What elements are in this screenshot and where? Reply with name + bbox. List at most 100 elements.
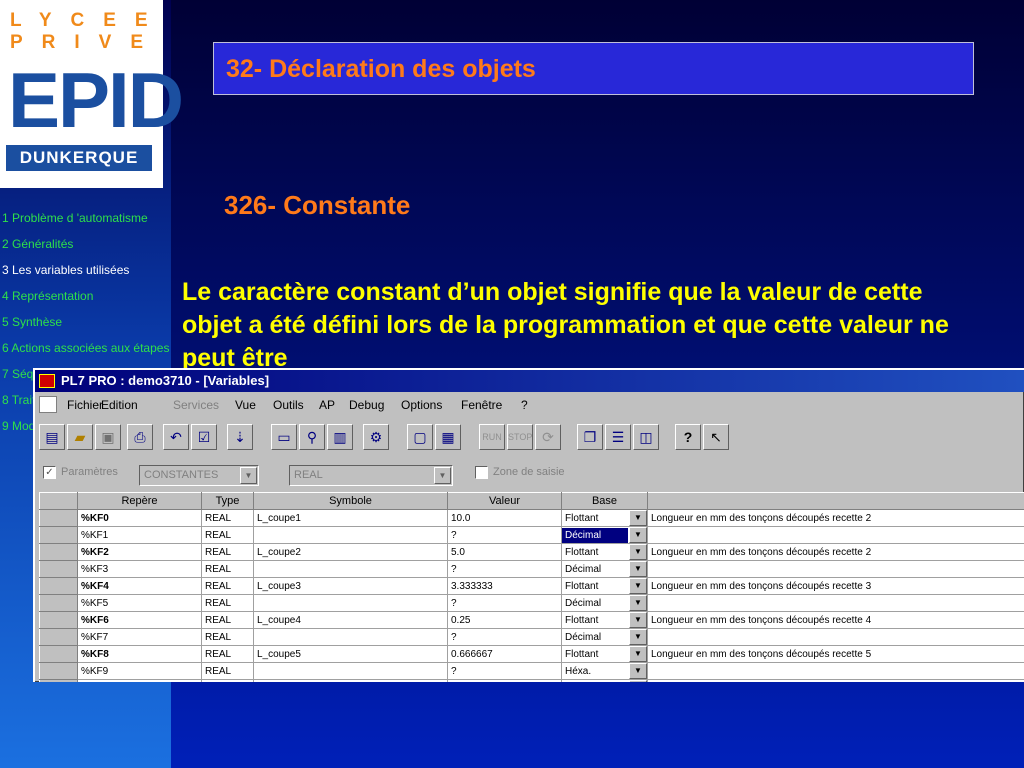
row-selector[interactable]: [39, 645, 78, 663]
cell-valeur[interactable]: ?: [447, 560, 562, 578]
menu-item[interactable]: ?: [521, 398, 528, 412]
document-icon[interactable]: [39, 396, 57, 413]
row-selector[interactable]: [39, 611, 78, 629]
column-header-comment[interactable]: [647, 492, 1024, 510]
cell-type[interactable]: REAL: [201, 611, 254, 629]
cell-comment[interactable]: [647, 679, 1024, 682]
cell-comment[interactable]: [647, 560, 1024, 578]
open-folder-icon[interactable]: ▰: [67, 424, 93, 450]
nav-item[interactable]: 3 Les variables utilisées: [2, 263, 172, 277]
cell-valeur[interactable]: ?: [447, 662, 562, 680]
chevron-down-icon[interactable]: ▼: [629, 578, 647, 594]
cell-type[interactable]: REAL: [201, 662, 254, 680]
zone-checkbox[interactable]: [475, 466, 488, 479]
cell-repere[interactable]: %KF8: [77, 645, 202, 663]
cell-type[interactable]: REAL: [201, 679, 254, 682]
import-icon[interactable]: ⇣: [227, 424, 253, 450]
cell-base[interactable]: Flottant ▼: [561, 577, 648, 595]
cell-comment[interactable]: [647, 662, 1024, 680]
table-row[interactable]: %KF2 REAL L_coupe2 5.0 Flottant ▼ Longueur en …: [39, 543, 1024, 561]
cell-symbole[interactable]: [253, 594, 448, 612]
cell-type[interactable]: REAL: [201, 645, 254, 663]
cell-base[interactable]: Flottant ▼: [561, 645, 648, 663]
context-help-icon[interactable]: ↖: [703, 424, 729, 450]
cell-type[interactable]: REAL: [201, 628, 254, 646]
cell-type[interactable]: REAL: [201, 509, 254, 527]
variables-icon[interactable]: ▥: [327, 424, 353, 450]
cell-valeur[interactable]: 3.333333: [447, 577, 562, 595]
chevron-down-icon[interactable]: ▼: [629, 646, 647, 662]
chevron-down-icon[interactable]: ▼: [629, 663, 647, 679]
cell-repere[interactable]: %KF10: [77, 679, 202, 682]
cell-symbole[interactable]: [253, 628, 448, 646]
chevron-down-icon[interactable]: ▼: [629, 544, 647, 560]
cell-comment[interactable]: Longueur en mm des tonçons découpés rece…: [647, 509, 1024, 527]
help-icon[interactable]: ?: [675, 424, 701, 450]
object-type-select[interactable]: CONSTANTES ▼: [139, 465, 259, 486]
menu-item[interactable]: Debug: [349, 398, 384, 412]
cell-symbole[interactable]: [253, 662, 448, 680]
table-row[interactable]: %KF3 REAL? Décimal ▼: [39, 560, 1024, 578]
cell-repere[interactable]: %KF5: [77, 594, 202, 612]
cell-valeur[interactable]: ?: [447, 526, 562, 544]
cell-repere[interactable]: %KF9: [77, 662, 202, 680]
cell-valeur[interactable]: ?: [447, 679, 562, 682]
chevron-down-icon[interactable]: ▼: [629, 595, 647, 611]
print-icon[interactable]: ⎙: [127, 424, 153, 450]
row-selector[interactable]: [39, 594, 78, 612]
cell-repere[interactable]: %KF4: [77, 577, 202, 595]
table-row[interactable]: %KF4 REAL L_coupe3 3.333333 Flottant ▼ Longueu…: [39, 577, 1024, 595]
chevron-down-icon[interactable]: ▼: [629, 612, 647, 628]
cell-base[interactable]: Flottant ▼: [561, 543, 648, 561]
run-icon[interactable]: RUN: [479, 424, 505, 450]
row-selector[interactable]: [39, 526, 78, 544]
find-icon[interactable]: ⚲: [299, 424, 325, 450]
cell-base[interactable]: Décimal ▼: [561, 560, 648, 578]
save-icon[interactable]: ▣: [95, 424, 121, 450]
row-selector[interactable]: [39, 509, 78, 527]
cell-repere[interactable]: %KF1: [77, 526, 202, 544]
cell-symbole[interactable]: [253, 526, 448, 544]
table-row[interactable]: %KF1 REAL? Décimal ▼: [39, 526, 1024, 544]
format-select[interactable]: REAL ▼: [289, 465, 453, 486]
cell-base[interactable]: Flottant ▼: [561, 509, 648, 527]
stop-icon[interactable]: STOP: [507, 424, 533, 450]
cell-type[interactable]: REAL: [201, 577, 254, 595]
column-header-symbole[interactable]: Symbole: [253, 492, 448, 510]
cell-symbole[interactable]: L_coupe1: [253, 509, 448, 527]
window-titlebar[interactable]: PL7 PRO : demo3710 - [Variables]: [35, 370, 1024, 392]
cell-valeur[interactable]: 10.0: [447, 509, 562, 527]
cell-valeur[interactable]: ?: [447, 628, 562, 646]
row-selector[interactable]: [39, 560, 78, 578]
cell-base[interactable]: Décimal ▼: [561, 526, 648, 544]
cell-comment[interactable]: Longueur en mm des tonçons découpés rece…: [647, 611, 1024, 629]
cell-base[interactable]: Décimal ▼: [561, 628, 648, 646]
cell-comment[interactable]: Longueur en mm des tonçons découpés rece…: [647, 645, 1024, 663]
cell-comment[interactable]: [647, 594, 1024, 612]
cell-symbole[interactable]: L_coupe5: [253, 645, 448, 663]
table-row[interactable]: %KF0 REAL L_coupe1 10.0 Flottant ▼ Longueur en…: [39, 509, 1024, 527]
cell-symbole[interactable]: [253, 560, 448, 578]
menu-item[interactable]: Vue: [235, 398, 256, 412]
window-icon[interactable]: ▭: [271, 424, 297, 450]
chevron-down-icon[interactable]: ▼: [629, 510, 647, 526]
nav-item[interactable]: 2 Généralités: [2, 237, 172, 251]
cell-repere[interactable]: %KF6: [77, 611, 202, 629]
column-header-repere[interactable]: Repère: [77, 492, 202, 510]
nav-item[interactable]: 4 Représentation: [2, 289, 172, 303]
chevron-down-icon[interactable]: ▼: [629, 629, 647, 645]
tile-horizontal-icon[interactable]: ☰: [605, 424, 631, 450]
plc-icon[interactable]: ▢: [407, 424, 433, 450]
nav-item[interactable]: 1 Problème d 'automatisme: [2, 211, 182, 225]
cell-comment[interactable]: Longueur en mm des tonçons découpés rece…: [647, 577, 1024, 595]
cell-repere[interactable]: %KF7: [77, 628, 202, 646]
menu-item[interactable]: Fenêtre: [461, 398, 502, 412]
new-file-icon[interactable]: ▤: [39, 424, 65, 450]
undo-icon[interactable]: ↶: [163, 424, 189, 450]
cascade-icon[interactable]: ❐: [577, 424, 603, 450]
io-icon[interactable]: ▦: [435, 424, 461, 450]
init-icon[interactable]: ⟳: [535, 424, 561, 450]
cell-repere[interactable]: %KF3: [77, 560, 202, 578]
column-header-base[interactable]: Base: [561, 492, 648, 510]
cell-type[interactable]: REAL: [201, 543, 254, 561]
